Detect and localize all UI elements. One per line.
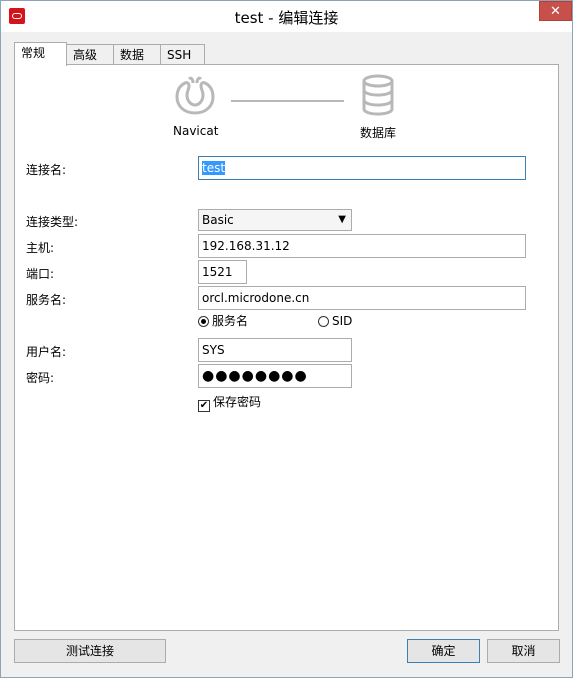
service-name-label: 服务名:	[26, 293, 67, 307]
radio-unselected-icon	[318, 316, 329, 327]
password-input[interactable]: ●●●●●●●●	[198, 364, 352, 388]
ok-button[interactable]: 确定	[407, 639, 480, 663]
radio-sid[interactable]: SID	[318, 314, 352, 328]
username-label: 用户名:	[26, 345, 67, 359]
cancel-button[interactable]: 取消	[487, 639, 560, 663]
connection-name-value: test	[202, 161, 226, 175]
database-label: 数据库	[360, 126, 397, 140]
test-connection-button[interactable]: 测试连接	[14, 639, 166, 663]
tab-general[interactable]: 常规	[14, 42, 67, 66]
port-input[interactable]: 1521	[198, 260, 247, 284]
radio-selected-icon	[198, 316, 209, 327]
window-title: test - 编辑连接	[234, 9, 339, 27]
save-password-checkbox[interactable]: ✔ 保存密码	[198, 395, 261, 412]
tab-advanced[interactable]: 高级	[66, 44, 114, 64]
edit-connection-window: test - 编辑连接 ✕ 常规 高级 数据库 SSH Navicat 数据库	[0, 0, 573, 678]
port-label: 端口:	[26, 267, 55, 281]
general-tab-panel: Navicat 数据库 连接名: test 连接类型: Basic ▼ 主机: …	[14, 64, 559, 631]
close-button[interactable]: ✕	[539, 1, 572, 21]
connection-name-input[interactable]: test	[198, 156, 526, 180]
connection-line	[231, 100, 344, 102]
navicat-logo-icon	[173, 73, 217, 120]
password-label: 密码:	[26, 371, 55, 385]
radio-service-name[interactable]: 服务名	[198, 314, 248, 328]
radio-sid-label: SID	[332, 314, 353, 328]
service-name-input[interactable]: orcl.microdone.cn	[198, 286, 526, 310]
username-input[interactable]: SYS	[198, 338, 352, 362]
tab-databases[interactable]: 数据库	[113, 44, 161, 82]
save-password-label: 保存密码	[213, 395, 262, 409]
tab-ssh[interactable]: SSH	[160, 44, 205, 64]
navicat-label: Navicat	[173, 124, 219, 138]
host-label: 主机:	[26, 241, 55, 255]
chevron-down-icon: ▼	[338, 214, 346, 225]
database-icon	[358, 73, 398, 120]
connection-type-value: Basic	[202, 213, 234, 227]
connection-type-label: 连接类型:	[26, 215, 79, 229]
connection-type-select[interactable]: Basic ▼	[198, 209, 352, 231]
title-bar: test - 编辑连接 ✕	[1, 1, 572, 32]
checkmark-icon: ✔	[198, 400, 210, 412]
connection-name-label: 连接名:	[26, 163, 67, 177]
radio-service-name-label: 服务名	[212, 314, 249, 328]
host-input[interactable]: 192.168.31.12	[198, 234, 526, 258]
